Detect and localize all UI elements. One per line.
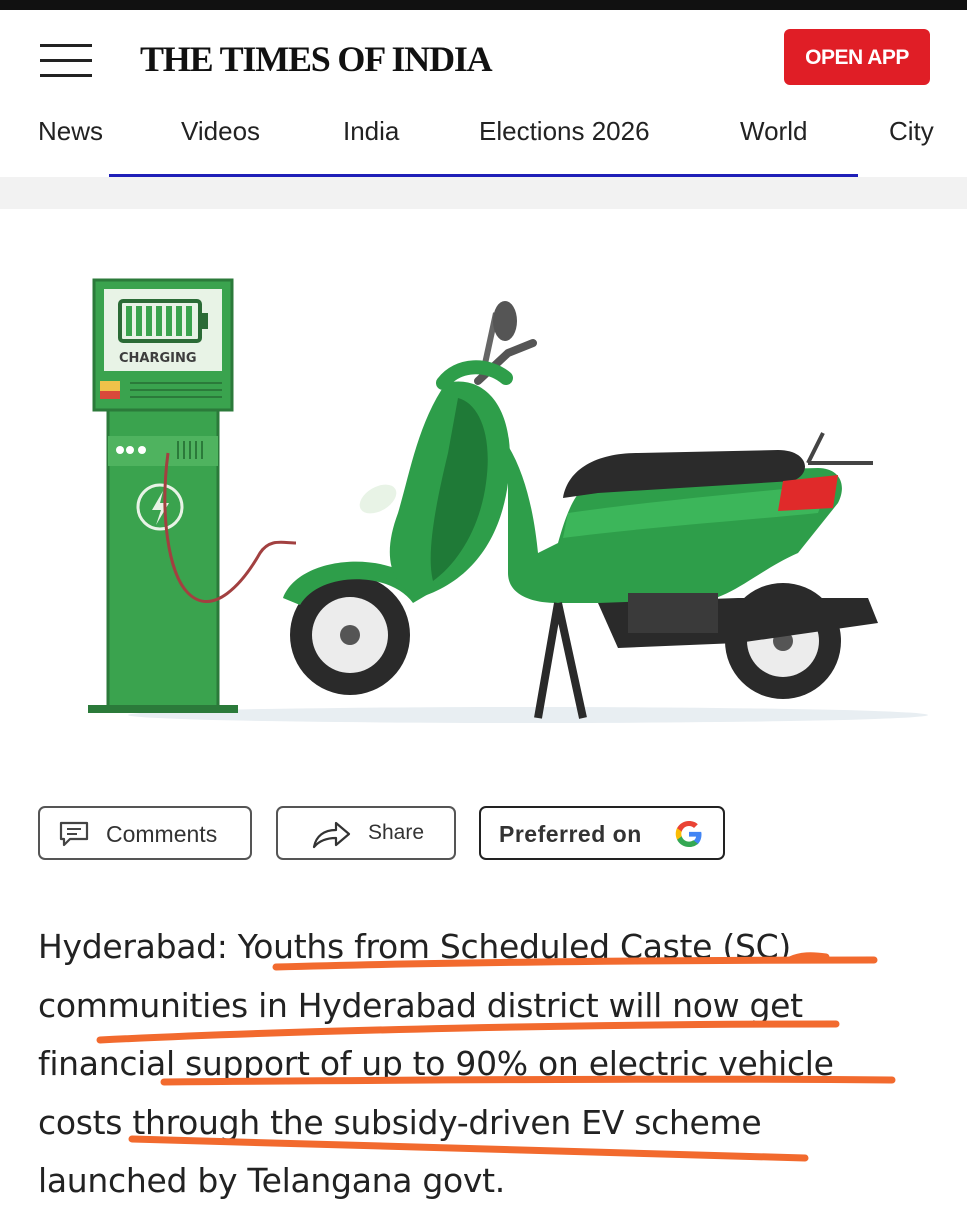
ground-shadow [128,707,928,723]
article-hero-image[interactable]: CHARGING [38,253,930,747]
section-nav: News Videos India Elections 2026 World C… [0,102,967,178]
comments-label: Comments [106,821,218,847]
nav-item-city[interactable]: City [889,116,934,147]
share-button[interactable]: Share [276,806,456,860]
article-line: Hyderabad: Youths from Scheduled Caste (… [38,927,791,966]
article-line: communities in Hyderabad district will n… [38,985,803,1025]
menu-icon[interactable] [40,44,92,80]
google-g-icon [675,821,702,847]
nav-divider-band [0,177,967,209]
nav-item-news[interactable]: News [38,116,103,147]
share-label: Share [368,821,425,844]
charging-label: CHARGING [119,351,197,366]
status-bar-edge [0,0,967,10]
nav-item-elections-2026[interactable]: Elections 2026 [479,116,650,147]
comments-button[interactable]: Comments [38,806,252,860]
article-body: Hyderabad: Youths from Scheduled Caste (… [38,918,938,1211]
nav-item-videos[interactable]: Videos [181,116,260,147]
charging-station-icon: CHARGING [88,278,238,713]
open-app-button[interactable]: OPEN APP [784,29,930,85]
share-icon [312,821,351,849]
site-logo[interactable]: THE TIMES OF INDIA [140,38,493,80]
article-line: financial support of up to 90% on electr… [38,1044,834,1083]
nav-item-world[interactable]: World [740,116,807,147]
article-line: costs through the subsidy-driven EV sche… [38,1102,762,1142]
preferred-on-google-button[interactable]: Preferred on [479,806,725,860]
preferred-label: Preferred on [499,821,642,847]
site-header: THE TIMES OF INDIA OPEN APP [0,10,967,102]
nav-item-india[interactable]: India [343,116,399,147]
article-line: launched by Telangana govt. [38,1161,505,1200]
comment-icon [59,821,89,847]
